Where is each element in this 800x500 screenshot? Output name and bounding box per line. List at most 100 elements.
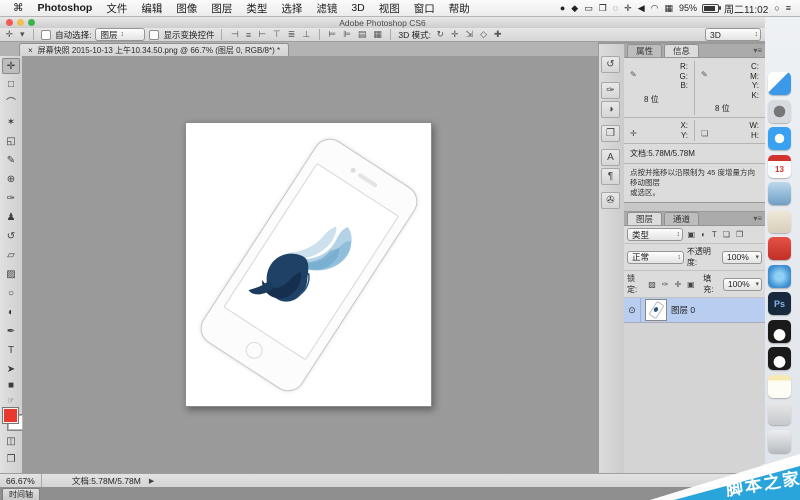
- menu-window[interactable]: 窗口: [407, 1, 442, 16]
- statusbar-app-icon-1[interactable]: ●: [557, 3, 568, 13]
- menu-3d[interactable]: 3D: [344, 2, 371, 14]
- dock-qq2-icon[interactable]: [768, 347, 791, 370]
- gradient-tool[interactable]: ▨: [2, 267, 20, 283]
- 3d-roll-icon[interactable]: ✛: [450, 29, 461, 40]
- rectangle-tool[interactable]: ■: [2, 378, 20, 394]
- type-tool[interactable]: T: [2, 343, 20, 359]
- statusbar-sync-icon[interactable]: ◌: [610, 3, 621, 13]
- status-zoom-level[interactable]: 66.67%: [0, 474, 42, 488]
- layer-visibility-eye-icon[interactable]: ⊙: [624, 298, 641, 322]
- menubar-clock[interactable]: 周二11:02: [721, 1, 771, 16]
- wifi-icon[interactable]: ◠: [648, 3, 662, 14]
- screen-mode-button[interactable]: ❐: [2, 452, 20, 468]
- panel-menu-icon[interactable]: ▾≡: [753, 45, 762, 57]
- dock-app-icon-misc[interactable]: [768, 402, 791, 425]
- menu-filter[interactable]: 滤镜: [309, 1, 344, 16]
- statusbar-app-icon-2[interactable]: ◆: [568, 3, 581, 14]
- apple-menu-icon[interactable]: ⌘: [6, 2, 31, 14]
- tab-layers[interactable]: 图层: [627, 212, 662, 225]
- dock-finder-icon[interactable]: [768, 72, 791, 95]
- timeline-tab[interactable]: 时间轴: [2, 488, 40, 500]
- menu-help[interactable]: 帮助: [442, 1, 477, 16]
- spot-healing-tool[interactable]: ⊕: [2, 172, 20, 188]
- dock-calendar-icon[interactable]: 13: [768, 155, 791, 178]
- spotlight-search-icon[interactable]: ○: [771, 3, 782, 13]
- menu-app-name[interactable]: Photoshop: [31, 2, 100, 14]
- path-selection-tool[interactable]: ➤: [2, 362, 20, 378]
- 3d-scale-icon[interactable]: ✚: [493, 29, 504, 40]
- layer-row-0[interactable]: ⊙ 图层 0: [624, 298, 765, 323]
- 3d-drag-icon[interactable]: ⇲: [464, 29, 475, 40]
- distribute-v-icon[interactable]: ⊫: [342, 29, 353, 40]
- spaces-grid-icon[interactable]: ▦: [661, 3, 676, 14]
- dodge-tool[interactable]: ◐: [2, 305, 20, 321]
- menu-edit[interactable]: 编辑: [134, 1, 169, 16]
- layer-name[interactable]: 图层 0: [671, 304, 695, 316]
- dock-safari-icon[interactable]: [768, 127, 791, 150]
- character-panel-icon[interactable]: A: [601, 149, 620, 166]
- brush-tool[interactable]: ✑: [2, 191, 20, 207]
- statusbar-app-icon-3[interactable]: ▭: [581, 3, 596, 14]
- hand-tool[interactable]: ☞: [2, 393, 20, 409]
- 3d-slide-icon[interactable]: ◇: [479, 29, 489, 40]
- opacity-combo[interactable]: 100% ▾: [722, 251, 762, 264]
- crop-tool[interactable]: ◱: [2, 134, 20, 150]
- preset-dropdown-arrow-icon[interactable]: ▾: [19, 29, 27, 40]
- dock-photoshop-icon[interactable]: Ps: [768, 292, 791, 315]
- lock-transparency-icon[interactable]: ▨: [647, 280, 658, 289]
- quick-mask-button[interactable]: ◫: [2, 434, 20, 450]
- tab-properties[interactable]: 属性: [627, 44, 662, 57]
- auto-align-icon[interactable]: ▦: [372, 29, 384, 40]
- lock-all-icon[interactable]: ▣: [686, 280, 697, 289]
- dock-share-app-icon[interactable]: [768, 237, 791, 260]
- lock-position-icon[interactable]: ✛: [673, 280, 683, 289]
- menu-file[interactable]: 文件: [99, 1, 134, 16]
- pen-tool[interactable]: ✒: [2, 324, 20, 340]
- filter-pixel-layers-icon[interactable]: ▣: [686, 230, 697, 239]
- adjustments-panel-icon[interactable]: ◑: [601, 101, 620, 118]
- brush-presets-panel-icon[interactable]: ✑: [601, 82, 620, 99]
- statusbar-move-icon[interactable]: ✛: [621, 3, 635, 14]
- distribute-top-icon[interactable]: ⊨: [327, 29, 338, 40]
- menu-view[interactable]: 视图: [372, 1, 407, 16]
- document-tab[interactable]: × 屏幕快照 2015-10-13 上午10.34.50.png @ 66.7%…: [19, 43, 289, 57]
- dock-dashboard-icon[interactable]: [768, 265, 791, 288]
- history-brush-tool[interactable]: ↺: [2, 229, 20, 245]
- align-left-edges-icon[interactable]: ⊣: [229, 29, 240, 40]
- dock-preview-icon[interactable]: [768, 182, 791, 205]
- align-h-centers-icon[interactable]: ≡: [244, 30, 252, 40]
- dock-notes-icon[interactable]: [768, 375, 791, 398]
- 3d-rotate-icon[interactable]: ↻: [435, 29, 446, 40]
- auto-select-checkbox[interactable]: [41, 30, 51, 40]
- layer-filter-combo[interactable]: 类型 ↕: [627, 228, 683, 241]
- blur-tool[interactable]: ○: [2, 286, 20, 302]
- quick-selection-tool[interactable]: ✶: [2, 115, 20, 131]
- eraser-tool[interactable]: ▱: [2, 248, 20, 264]
- dock-launchpad-icon[interactable]: [768, 100, 791, 123]
- auto-select-target-combo[interactable]: 图层 ↕: [95, 28, 145, 41]
- tab-info[interactable]: 信息: [664, 44, 699, 57]
- dock-qq-icon[interactable]: [768, 320, 791, 343]
- align-v-centers-icon[interactable]: ≣: [286, 29, 297, 40]
- workspace-switcher-combo[interactable]: 3D ↕: [705, 28, 761, 41]
- filter-smart-object-icon[interactable]: ❒: [734, 230, 744, 239]
- fill-combo[interactable]: 100% ▾: [723, 278, 762, 291]
- clone-stamp-tool[interactable]: ♟: [2, 210, 20, 226]
- distribute-h-icon[interactable]: ▤: [356, 29, 368, 40]
- menu-type[interactable]: 类型: [239, 1, 274, 16]
- dock-textedit-icon[interactable]: [768, 210, 791, 233]
- menu-image[interactable]: 图像: [169, 1, 204, 16]
- filter-adjustment-layers-icon[interactable]: ◐: [700, 230, 708, 239]
- filter-shape-layers-icon[interactable]: ❏: [721, 230, 731, 239]
- tool-presets-panel-icon[interactable]: ✇: [601, 192, 620, 209]
- document-canvas[interactable]: [185, 122, 432, 407]
- statusbar-copy-icon[interactable]: ❐: [596, 3, 610, 14]
- history-panel-icon[interactable]: ↺: [601, 56, 620, 73]
- panel-menu-icon[interactable]: ▾≡: [753, 213, 762, 225]
- move-tool[interactable]: ✛: [2, 58, 20, 74]
- lasso-tool[interactable]: ⌒: [2, 96, 20, 112]
- clone-source-panel-icon[interactable]: ❐: [601, 125, 620, 142]
- blend-mode-combo[interactable]: 正常 ↕: [627, 251, 684, 264]
- align-right-edges-icon[interactable]: ⊢: [257, 29, 268, 40]
- show-transform-controls-checkbox[interactable]: [149, 30, 159, 40]
